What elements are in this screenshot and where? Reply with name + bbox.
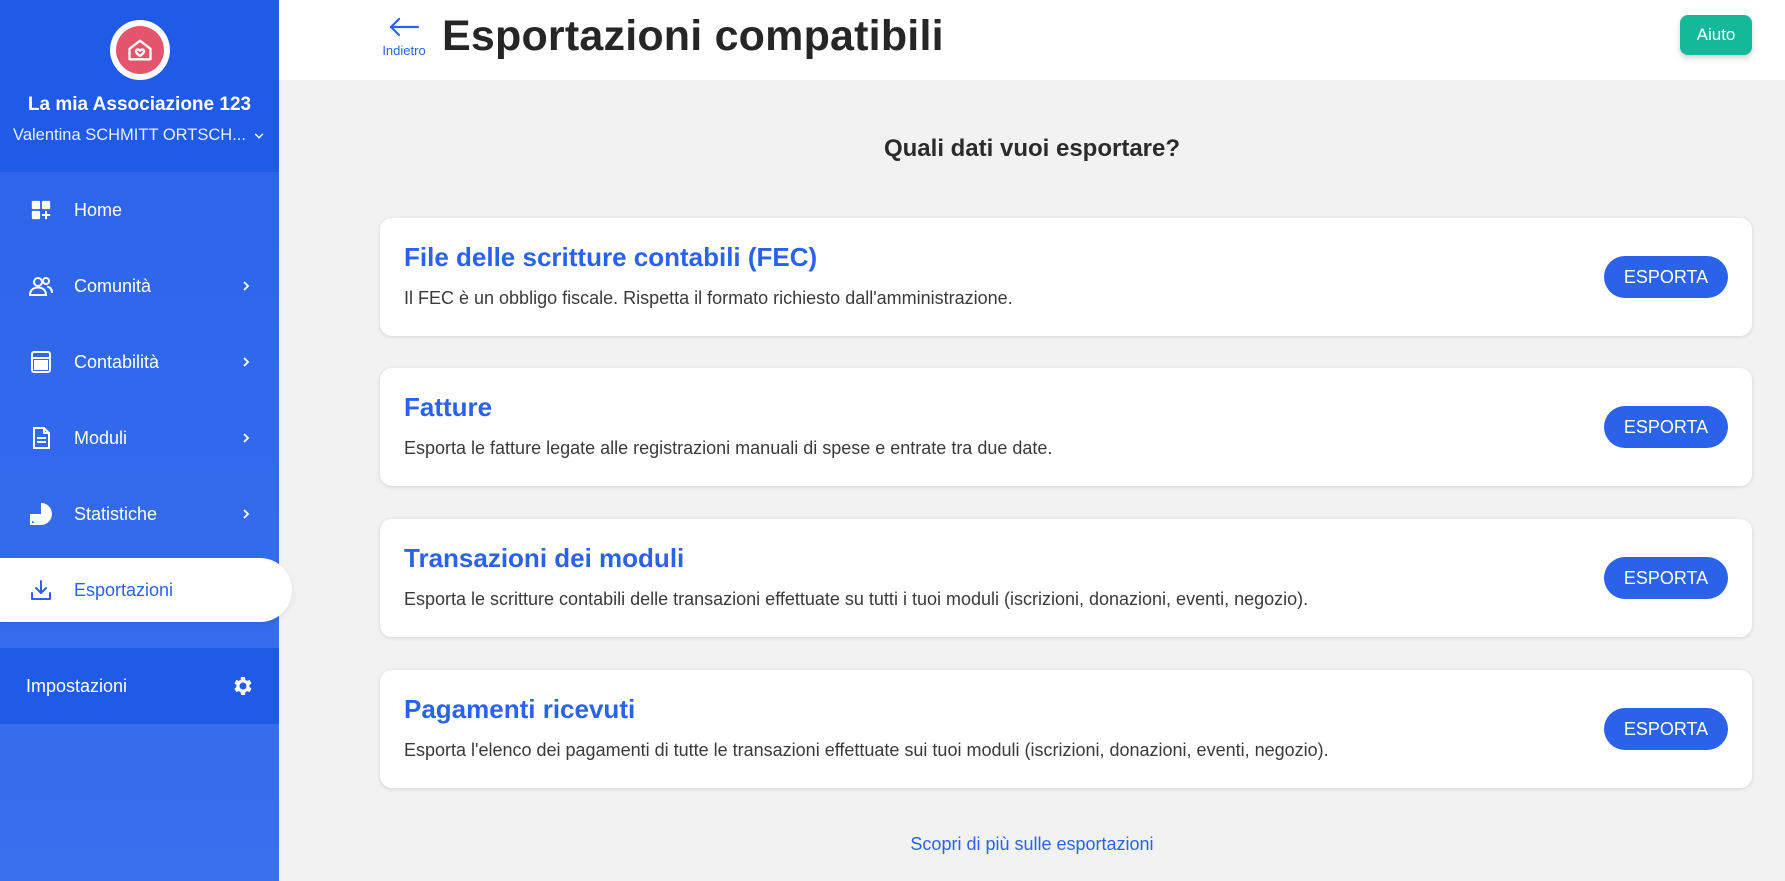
export-card-fec: File delle scritture contabili (FEC) Il … bbox=[380, 218, 1752, 336]
sidebar-brand: La mia Associazione 123 Valentina SCHMIT… bbox=[0, 0, 279, 172]
user-menu[interactable]: Valentina SCHMITT ORTSCH... bbox=[13, 126, 266, 145]
card-title: Pagamenti ricevuti bbox=[404, 694, 636, 724]
sidebar-item-label: Esportazioni bbox=[74, 579, 174, 600]
organization-name: La mia Associazione 123 bbox=[27, 94, 252, 115]
document-icon bbox=[28, 425, 54, 451]
chevron-right-icon bbox=[239, 431, 253, 445]
user-name: Valentina SCHMITT ORTSCH... bbox=[13, 126, 246, 144]
card-title: Fatture bbox=[404, 392, 493, 422]
help-button[interactable]: Aiuto bbox=[1680, 15, 1752, 55]
section-question: Quali dati vuoi esportare? bbox=[883, 135, 1181, 162]
card-title: Transazioni dei moduli bbox=[404, 543, 685, 573]
sidebar-nav: Home Comunità Contabilità Moduli Statist… bbox=[0, 172, 292, 622]
card-description: Il FEC è un obbligo fiscale. Rispetta il… bbox=[404, 288, 1013, 308]
sidebar-item-label: Contabilità bbox=[74, 351, 160, 372]
chevron-down-icon bbox=[254, 133, 264, 139]
back-button[interactable]: Indietro bbox=[378, 16, 430, 58]
card-title: File delle scritture contabili (FEC) bbox=[404, 242, 818, 272]
chevron-right-icon bbox=[239, 507, 253, 521]
back-label: Indietro bbox=[382, 43, 426, 58]
sidebar-item-comunita[interactable]: Comunità bbox=[0, 248, 279, 324]
sidebar: La mia Associazione 123 Valentina SCHMIT… bbox=[0, 0, 292, 881]
pie-chart-icon bbox=[28, 501, 54, 527]
card-description: Esporta le scritture contabili delle tra… bbox=[404, 589, 1309, 609]
sidebar-item-esportazioni[interactable]: Esportazioni bbox=[0, 558, 292, 622]
export-button[interactable]: ESPORTA bbox=[1604, 256, 1728, 298]
top-header: Indietro Esportazioni compatibili Aiuto bbox=[279, 0, 1785, 80]
page-title: Esportazioni compatibili bbox=[442, 12, 944, 60]
export-button[interactable]: ESPORTA bbox=[1604, 406, 1728, 448]
sidebar-item-contabilita[interactable]: Contabilità bbox=[0, 324, 279, 400]
export-button[interactable]: ESPORTA bbox=[1604, 708, 1728, 750]
export-card-pagamenti: Pagamenti ricevuti Esporta l'elenco dei … bbox=[380, 670, 1752, 788]
export-card-fatture: Fatture Esporta le fatture legate alle r… bbox=[380, 368, 1752, 486]
sidebar-item-label: Moduli bbox=[74, 427, 128, 448]
main-content: Quali dati vuoi esportare? File delle sc… bbox=[279, 80, 1785, 881]
arrow-left-icon bbox=[389, 17, 420, 37]
house-heart-icon bbox=[115, 26, 164, 74]
chevron-right-icon bbox=[239, 355, 253, 369]
sidebar-item-label: Statistiche bbox=[74, 503, 158, 524]
sidebar-item-label: Comunità bbox=[74, 275, 152, 296]
learn-more-row: Scopri di più sulle esportazioni bbox=[279, 834, 1785, 855]
calculator-icon bbox=[28, 349, 54, 375]
card-description: Esporta l'elenco dei pagamenti di tutte … bbox=[404, 740, 1329, 760]
sidebar-item-label: Home bbox=[74, 199, 123, 220]
learn-more-link[interactable]: Scopri di più sulle esportazioni bbox=[910, 834, 1153, 854]
export-button[interactable]: ESPORTA bbox=[1604, 557, 1728, 599]
card-description: Esporta le fatture legate alle registraz… bbox=[404, 438, 1053, 458]
organization-logo[interactable] bbox=[109, 20, 170, 80]
export-card-transazioni: Transazioni dei moduli Esporta le scritt… bbox=[380, 519, 1752, 637]
download-icon bbox=[28, 577, 54, 603]
sidebar-item-home[interactable]: Home bbox=[0, 172, 279, 248]
community-icon bbox=[28, 273, 54, 299]
home-grid-icon bbox=[28, 197, 54, 223]
sidebar-item-statistiche[interactable]: Statistiche bbox=[0, 476, 279, 552]
settings-label: Impostazioni bbox=[26, 675, 128, 696]
sidebar-item-moduli[interactable]: Moduli bbox=[0, 400, 279, 476]
chevron-right-icon bbox=[239, 279, 253, 293]
gear-icon bbox=[234, 677, 252, 695]
sidebar-settings[interactable]: Impostazioni bbox=[0, 648, 279, 724]
